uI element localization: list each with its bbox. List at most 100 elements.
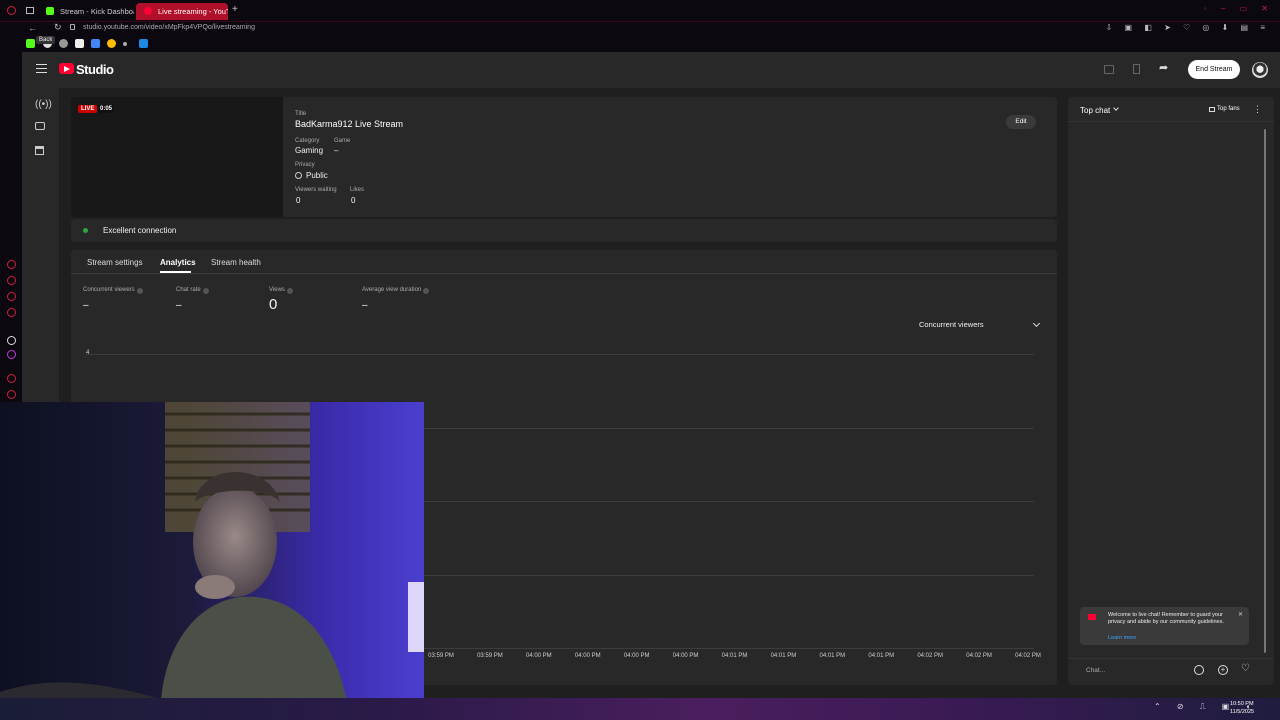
game-value: –: [334, 146, 339, 155]
close-icon[interactable]: ✕: [1238, 611, 1243, 618]
category-value: Gaming: [295, 146, 324, 155]
hamburger-menu-icon[interactable]: [36, 64, 47, 73]
clip-icon[interactable]: [1104, 65, 1114, 74]
browser-toolbar-icons[interactable]: ⇩ ▣ ◧ ➤ ♡ ◎ ⬇ ▤ ≡: [1106, 23, 1270, 32]
metric-value: 0: [269, 296, 278, 313]
top-fans-icon[interactable]: [1209, 107, 1215, 112]
chart-metric-dropdown[interactable]: Concurrent viewers: [919, 320, 984, 329]
metric-label: Views: [269, 287, 285, 293]
x-tick-label: 04:02 PM: [1015, 653, 1041, 659]
tab-label: Stream - Kick Dashboard: [60, 7, 134, 16]
back-tooltip: Back: [36, 36, 56, 44]
end-stream-button[interactable]: End Stream: [1188, 60, 1240, 79]
game-label: Game: [334, 138, 351, 144]
bookmark-kick-icon[interactable]: [26, 39, 35, 48]
browser-tab-bar: Stream - Kick Dashboard Live streaming -…: [0, 0, 1280, 22]
calendar-icon[interactable]: [35, 146, 44, 155]
avatar[interactable]: [1252, 62, 1268, 78]
metric-value: –: [83, 300, 89, 311]
live-badge: LIVE: [78, 105, 98, 113]
likes-value: 0: [351, 196, 356, 205]
y-tick-label: 4: [86, 350, 90, 356]
lock-icon: [70, 24, 75, 30]
sidebar-app-icon[interactable]: [7, 336, 16, 345]
bookmark-blue-icon[interactable]: [139, 39, 148, 48]
help-icon[interactable]: [137, 288, 143, 294]
chat-mode-dropdown[interactable]: Top chat: [1080, 106, 1110, 115]
help-icon[interactable]: [423, 288, 429, 294]
emoji-icon[interactable]: [1194, 665, 1204, 675]
chat-input[interactable]: Chat...: [1086, 667, 1105, 674]
bookmarks-bar: [0, 36, 1280, 52]
url-field[interactable]: studio.youtube.com/video/xMpFkp4VPQo/liv…: [83, 24, 255, 31]
viewers-waiting-label: Viewers waiting: [295, 187, 337, 193]
help-icon[interactable]: [287, 288, 293, 294]
elapsed-time: 0:05: [98, 105, 115, 113]
bookmark-docs-icon[interactable]: [91, 39, 100, 48]
x-tick-label: 04:00 PM: [525, 653, 552, 659]
youtube-logo-icon[interactable]: [59, 63, 74, 74]
x-tick-label: 04:01 PM: [819, 653, 846, 659]
x-tick-label: 04:02 PM: [966, 653, 992, 659]
x-tick-label: 04:01 PM: [770, 653, 797, 659]
chat-header-divider: [1068, 121, 1274, 122]
tab-youtube-live[interactable]: Live streaming - YouTube: [136, 3, 228, 20]
tab-analytics[interactable]: Analytics: [160, 258, 196, 267]
tab-kick-dashboard[interactable]: Stream - Kick Dashboard: [38, 3, 134, 20]
chat-scrollbar[interactable]: [1264, 129, 1266, 653]
sidebar-app-icon[interactable]: [7, 374, 16, 383]
bookmark-dot-icon[interactable]: [123, 42, 127, 46]
connection-status-text: Excellent connection: [103, 226, 177, 235]
metric-value: –: [176, 300, 182, 311]
studio-logo-text[interactable]: Studio: [76, 62, 114, 77]
tab-divider: [71, 273, 1057, 274]
live-broadcast-icon[interactable]: ((•)): [35, 99, 52, 110]
x-tick-label: 04:00 PM: [672, 653, 699, 659]
studio-header: Studio ➦ End Stream: [22, 52, 1280, 88]
sidebar-app-icon[interactable]: [7, 390, 16, 399]
viewers-waiting-value: 0: [296, 196, 301, 205]
camera-icon[interactable]: [35, 122, 45, 130]
reload-icon[interactable]: ↻: [54, 22, 62, 33]
sidebar-app-icon[interactable]: [7, 308, 16, 317]
chevron-down-icon[interactable]: [1113, 105, 1119, 111]
sidebar-app-icon[interactable]: [7, 292, 16, 301]
bookmark-chrome-icon[interactable]: [107, 39, 116, 48]
chart-gridline: [86, 354, 1034, 355]
sidebar-app-icon[interactable]: [7, 350, 16, 359]
help-icon[interactable]: [203, 288, 209, 294]
more-options-icon[interactable]: ⋮: [1253, 104, 1262, 115]
share-icon[interactable]: ➦: [1159, 61, 1168, 74]
tab-stream-health[interactable]: Stream health: [211, 258, 261, 267]
edit-button[interactable]: Edit: [1006, 115, 1036, 129]
clock-date[interactable]: 11/5/2025: [1230, 709, 1254, 715]
learn-more-link[interactable]: Learn more: [1108, 635, 1136, 641]
x-tick-label: 04:00 PM: [623, 653, 650, 659]
welcome-message: Welcome to live chat! Remember to guard …: [1108, 612, 1224, 625]
add-icon[interactable]: +: [1218, 665, 1228, 675]
x-tick-label: 04:00 PM: [574, 653, 601, 659]
clock-time[interactable]: 10:50 PM: [1230, 701, 1254, 707]
bookmark-icon[interactable]: [1133, 64, 1140, 74]
x-tick-label: 04:01 PM: [721, 653, 748, 659]
youtube-favicon-icon: [144, 7, 152, 15]
heart-icon[interactable]: ♡: [1241, 663, 1250, 674]
top-fans-button[interactable]: Top fans: [1217, 106, 1240, 112]
x-tick-label: 03:59 PM: [428, 653, 454, 659]
tab-list-icon[interactable]: [26, 7, 34, 14]
tab-stream-settings[interactable]: Stream settings: [87, 258, 143, 267]
browser-menu-icon[interactable]: [7, 6, 16, 15]
new-tab-icon[interactable]: +: [232, 4, 238, 15]
bookmark-circle-icon[interactable]: [59, 39, 68, 48]
metric-label: Concurrent viewers: [83, 287, 135, 293]
window-controls[interactable]: ◦ – ▭ ✕: [1204, 4, 1274, 13]
metric-label: Chat rate: [176, 287, 201, 293]
metric-label: Average view duration: [362, 287, 422, 293]
sidebar-app-icon[interactable]: [7, 276, 16, 285]
category-label: Category: [295, 138, 320, 144]
kick-favicon-icon: [46, 7, 54, 15]
back-icon[interactable]: ←: [28, 23, 37, 33]
bookmark-gmail-icon[interactable]: [75, 39, 84, 48]
sidebar-app-icon[interactable]: [7, 260, 16, 269]
chat-input-divider: [1068, 658, 1274, 659]
